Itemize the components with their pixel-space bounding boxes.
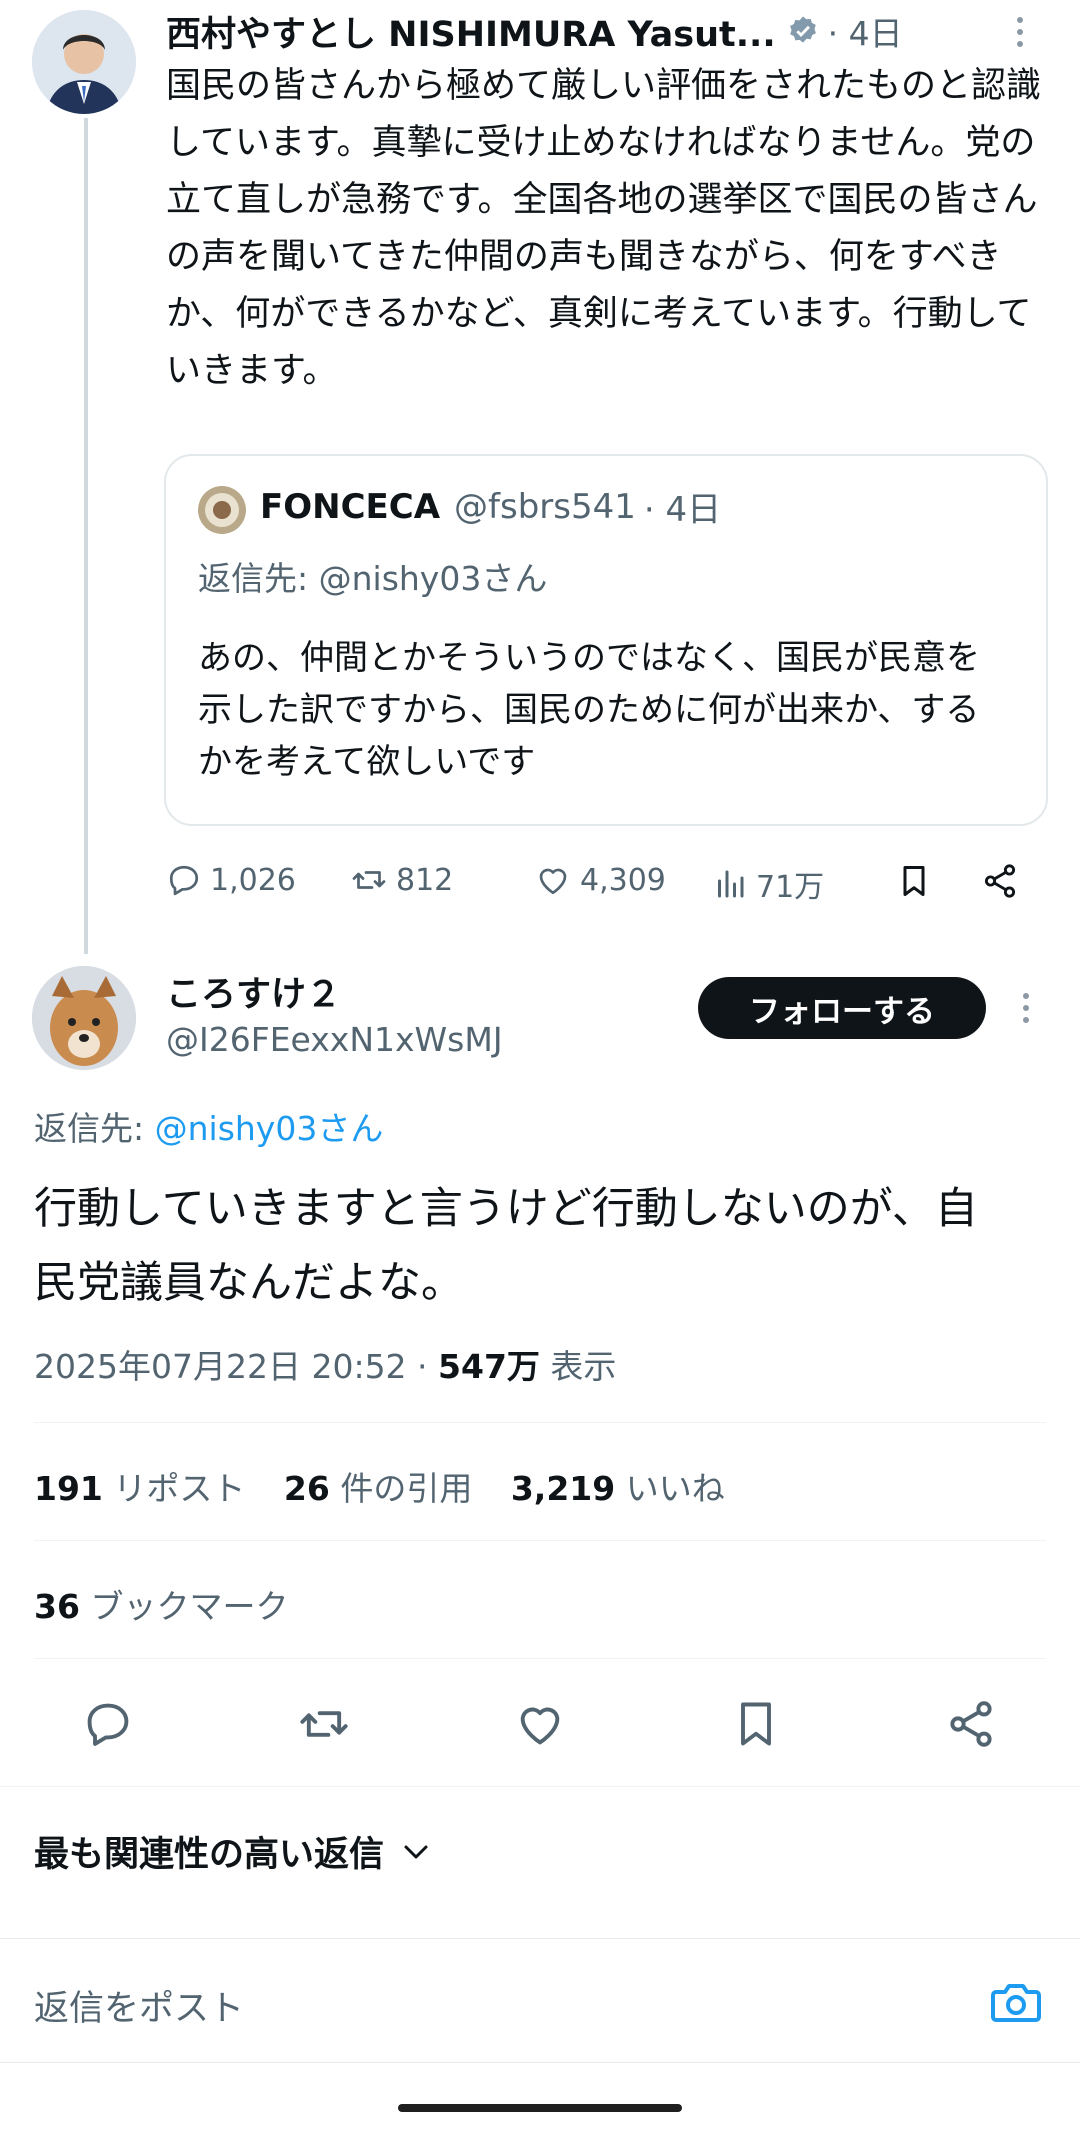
repost-action[interactable]: 812 xyxy=(350,862,453,898)
main-tweet-views-label: 表示 xyxy=(539,1347,617,1386)
main-tweet-meta: 2025年07月22日 20:52 · 547万 表示 xyxy=(34,1340,616,1388)
main-author-avatar[interactable] xyxy=(32,966,136,1070)
reply-sort-dropdown[interactable]: 最も関連性の高い返信 xyxy=(34,1826,430,1877)
repost-icon[interactable] xyxy=(296,1698,352,1750)
follow-button-label: フォローする xyxy=(749,993,935,1030)
likes-stat[interactable]: 3,219 いいね xyxy=(511,1462,725,1510)
views-count: 71万 xyxy=(756,870,825,905)
verified-badge-icon xyxy=(786,14,820,48)
reposts-stat-count: 191 xyxy=(34,1469,103,1508)
bookmarks-stat[interactable]: 36 ブックマーク xyxy=(34,1580,288,1628)
repost-icon xyxy=(350,862,388,898)
quotes-stat-count: 26 xyxy=(283,1469,330,1508)
more-options-icon[interactable] xyxy=(1020,990,1032,1026)
bookmarks-stat-label: ブックマーク xyxy=(90,1587,289,1626)
divider xyxy=(0,2062,1080,2063)
bookmark-icon[interactable] xyxy=(896,862,932,900)
quote-author-avatar xyxy=(198,486,246,534)
parent-author-name[interactable]: 西村やすとし NISHIMURA Yasut... xyxy=(166,6,776,57)
divider xyxy=(0,1938,1080,1939)
reply-to-prefix: 返信先: xyxy=(34,1109,155,1148)
share-icon[interactable] xyxy=(980,862,1020,900)
reply-icon[interactable] xyxy=(82,1698,134,1750)
heart-icon xyxy=(534,862,572,898)
divider xyxy=(34,1658,1046,1659)
reposts-stat[interactable]: 191 リポスト xyxy=(34,1462,245,1510)
views-action[interactable]: 71万 xyxy=(712,862,824,906)
divider xyxy=(34,1540,1046,1541)
quote-author-name: FONCECA xyxy=(260,486,441,527)
home-indicator[interactable] xyxy=(398,2104,682,2112)
parent-tweet-body: 国民の皆さんから極めて厳しい評価をされたものと認識しています。真摯に受け止めなけ… xyxy=(166,66,1042,391)
quote-reply-to: 返信先: @nishy03さん xyxy=(198,559,548,598)
likes-stat-count: 3,219 xyxy=(510,1469,616,1508)
reposts-stat-label: リポスト xyxy=(113,1469,246,1508)
main-author-handle[interactable]: @I26FEexxN1xWsMJ xyxy=(166,1020,503,1059)
bookmarks-stat-count: 36 xyxy=(34,1587,80,1626)
reply-sort-label: 最も関連性の高い返信 xyxy=(34,1835,385,1875)
reply-action[interactable]: 1,026 xyxy=(166,862,296,898)
thread-connector-line xyxy=(84,118,88,954)
quote-time: · 4日 xyxy=(643,490,722,530)
reply-to-handle-link[interactable]: @nishy03さん xyxy=(155,1109,384,1148)
quote-author-handle: @fsbrs541 xyxy=(454,486,636,527)
likes-stat-label: いいね xyxy=(625,1469,725,1508)
parent-tweet-time: · 4日 xyxy=(827,14,903,53)
heart-icon[interactable] xyxy=(512,1698,568,1750)
chevron-down-icon xyxy=(402,1842,430,1862)
more-options-icon[interactable] xyxy=(1014,14,1026,50)
repost-count: 812 xyxy=(396,862,454,898)
like-action[interactable]: 4,309 xyxy=(534,862,666,898)
reply-count: 1,026 xyxy=(210,862,296,898)
main-tweet-body: 行動していきますと言うけど行動しないのが、自民党議員なんだよな。 xyxy=(34,1184,978,1308)
main-tweet-timestamp: 2025年07月22日 20:52 · xyxy=(34,1347,439,1386)
reply-icon xyxy=(166,862,202,898)
reply-input[interactable]: 返信をポスト xyxy=(34,1980,244,2031)
main-reply-to: 返信先: @nishy03さん xyxy=(34,1102,383,1150)
camera-icon[interactable] xyxy=(990,1980,1042,2024)
bookmark-icon[interactable] xyxy=(730,1696,782,1752)
views-chart-icon xyxy=(712,866,748,902)
engagement-stats: 191 リポスト 26 件の引用 3,219 いいね xyxy=(34,1462,753,1510)
quoted-tweet-card[interactable]: FONCECA @fsbrs541 · 4日 返信先: @nishy03さん あ… xyxy=(164,454,1048,826)
divider xyxy=(0,1786,1080,1787)
main-author-name[interactable]: ころすけ２ xyxy=(166,966,341,1017)
quotes-stat[interactable]: 26 件の引用 xyxy=(284,1462,472,1510)
divider xyxy=(34,1422,1046,1423)
share-icon[interactable] xyxy=(944,1698,998,1750)
quotes-stat-label: 件の引用 xyxy=(340,1469,473,1508)
main-tweet-views-count: 547万 xyxy=(438,1347,540,1386)
parent-author-avatar[interactable] xyxy=(32,10,136,114)
quote-body: あの、仲間とかそういうのではなく、国民が民意を示した訳ですから、国民のために何が… xyxy=(198,638,980,782)
like-count: 4,309 xyxy=(580,862,666,898)
follow-button[interactable]: フォローする xyxy=(698,977,986,1039)
